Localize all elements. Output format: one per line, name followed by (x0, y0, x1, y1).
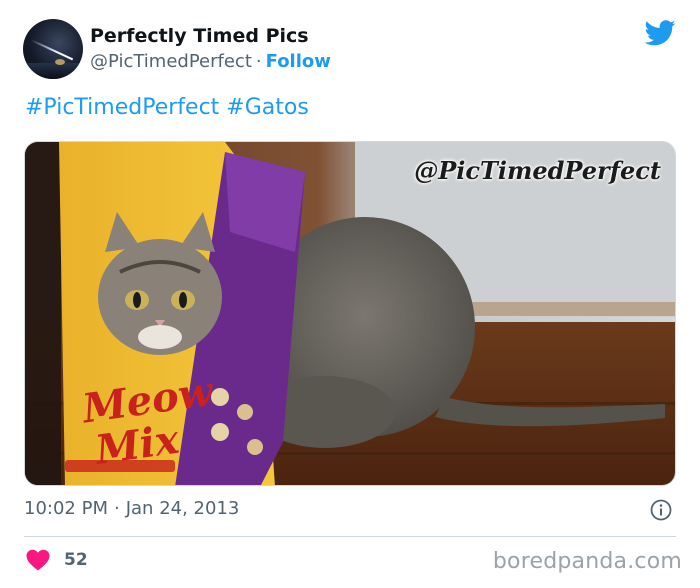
photo-watermark: @PicTimedPerfect (414, 156, 661, 185)
info-icon[interactable] (650, 499, 672, 521)
avatar-streak (30, 39, 74, 61)
divider (24, 536, 676, 537)
avatar-glow (55, 59, 65, 65)
cat-photo-illustration: Meow Mix (25, 142, 675, 485)
tweet-timestamp[interactable]: 10:02 PM · Jan 24, 2013 (24, 497, 239, 521)
tweet-time: 10:02 PM (24, 498, 108, 519)
tweet-photo[interactable]: Meow Mix @PicTimedPerfect (24, 141, 676, 486)
tweet-text: #PicTimedPerfect #Gatos (25, 92, 309, 124)
author-name[interactable]: Perfectly Timed Pics (90, 24, 309, 48)
hashtag-pictimedperfect[interactable]: #PicTimedPerfect (25, 95, 219, 120)
tweet-date: Jan 24, 2013 (125, 498, 240, 519)
follow-button[interactable]: Follow (266, 51, 331, 72)
author-handle[interactable]: @PicTimedPerfect (90, 51, 252, 72)
handle-separator: · (255, 51, 262, 72)
author-line: @PicTimedPerfect · Follow (90, 50, 331, 74)
avatar-horizon (23, 63, 83, 79)
twitter-bird-icon[interactable] (645, 20, 676, 46)
like-count: 52 (64, 550, 88, 570)
brand-watermark: boredpanda.com (492, 549, 682, 574)
hashtag-gatos[interactable]: #Gatos (226, 95, 309, 120)
avatar[interactable] (23, 19, 83, 79)
tweet-card: Perfectly Timed Pics @PicTimedPerfect · Fo… (0, 0, 700, 588)
heart-icon[interactable] (26, 549, 50, 571)
time-separator: · (113, 498, 120, 519)
